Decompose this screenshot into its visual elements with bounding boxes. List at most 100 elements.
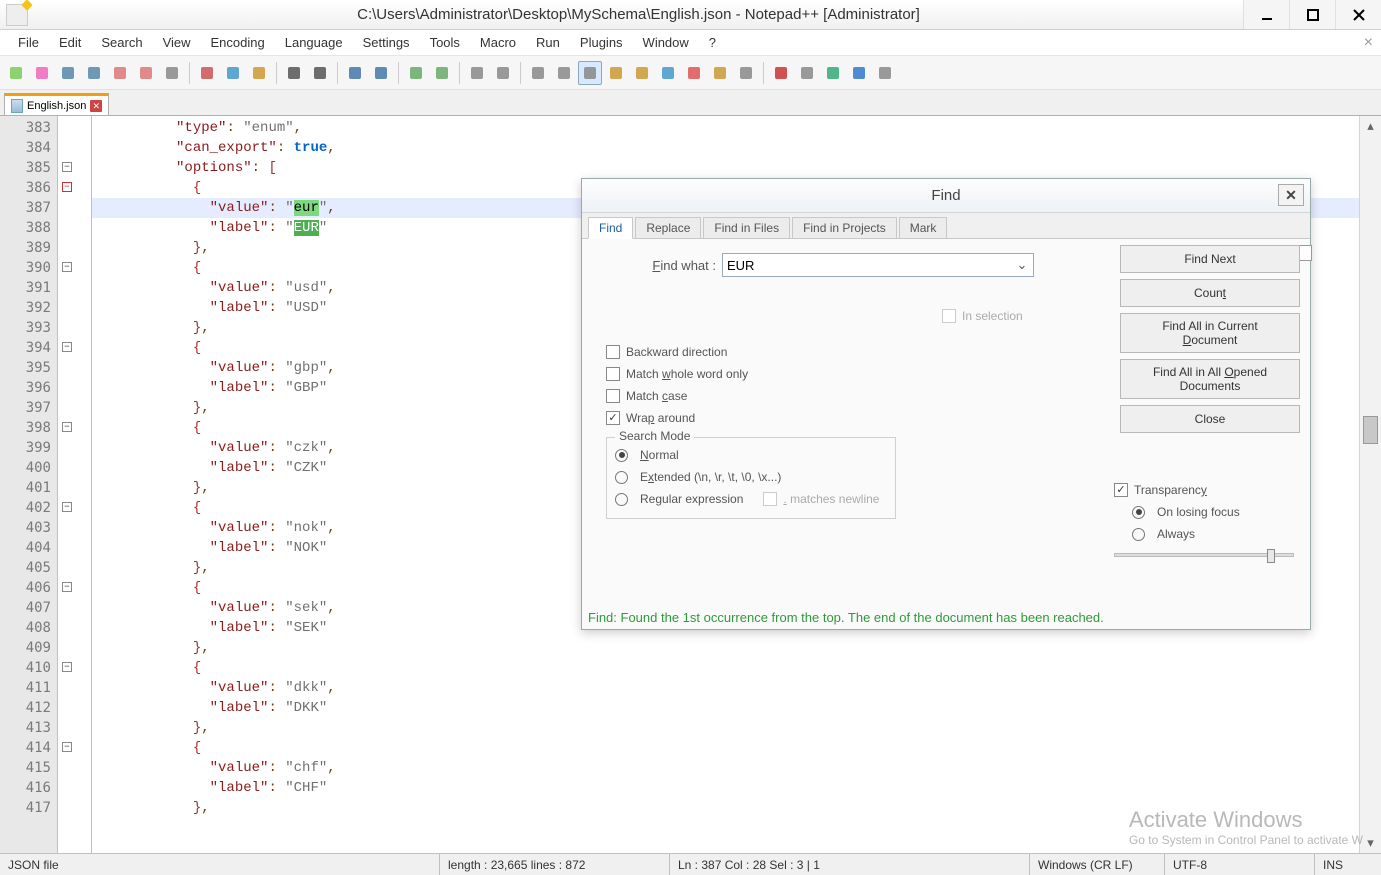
new-file-icon[interactable] — [4, 61, 28, 85]
status-bar: JSON file length : 23,665 lines : 872 Ln… — [0, 853, 1381, 875]
menu-bar: FileEditSearchViewEncodingLanguageSettin… — [0, 30, 1381, 56]
status-encoding: UTF-8 — [1165, 854, 1315, 875]
cut-icon[interactable] — [195, 61, 219, 85]
transparency-always[interactable]: Always — [1132, 523, 1294, 545]
show-all-chars-icon[interactable] — [552, 61, 576, 85]
print-icon[interactable] — [160, 61, 184, 85]
sync-h-icon[interactable] — [491, 61, 515, 85]
menu-view[interactable]: View — [153, 33, 201, 52]
fold-toggle-icon[interactable]: − — [62, 162, 72, 172]
close-button[interactable]: Close — [1120, 405, 1300, 433]
close-icon[interactable] — [108, 61, 132, 85]
find-status-message: Find: Found the 1st occurrence from the … — [588, 610, 1304, 625]
menu-language[interactable]: Language — [275, 33, 353, 52]
replace-icon[interactable] — [369, 61, 393, 85]
menu-encoding[interactable]: Encoding — [201, 33, 275, 52]
find-dialog-title: Find — [931, 187, 960, 204]
fold-toggle-icon[interactable]: − — [62, 422, 72, 432]
file-tab[interactable]: English.json ✕ — [4, 93, 109, 115]
menu-edit[interactable]: Edit — [49, 33, 91, 52]
search-mode-extended[interactable]: Extended (\n, \r, \t, \0, \x...) — [615, 466, 887, 488]
search-mode-regex[interactable]: Regular expression . matches newline — [615, 488, 887, 510]
find-tab-replace[interactable]: Replace — [635, 217, 701, 238]
zoom-in-icon[interactable] — [404, 61, 428, 85]
fold-toggle-icon[interactable]: − — [62, 502, 72, 512]
menu-?[interactable]: ? — [699, 33, 726, 52]
find-all-opened-button[interactable]: Find All in All OpenedDocuments — [1120, 359, 1300, 399]
scroll-up-icon[interactable]: ▴ — [1360, 116, 1381, 136]
window-title: C:\Users\Administrator\Desktop\MySchema\… — [34, 6, 1243, 23]
fold-column[interactable]: − − − − − − − − − — [58, 116, 92, 853]
stop-macro-icon[interactable] — [795, 61, 819, 85]
fold-toggle-icon[interactable]: − — [62, 182, 72, 192]
find-next-button[interactable]: Find Next — [1120, 245, 1300, 273]
menu-run[interactable]: Run — [526, 33, 570, 52]
menu-tools[interactable]: Tools — [420, 33, 470, 52]
find-dialog-close-button[interactable]: ✕ — [1278, 184, 1304, 206]
app-icon — [6, 4, 28, 26]
wordwrap-icon[interactable] — [526, 61, 550, 85]
copy-icon[interactable] — [221, 61, 245, 85]
find-tab-find[interactable]: Find — [588, 217, 633, 239]
open-file-icon[interactable] — [30, 61, 54, 85]
close-all-icon[interactable] — [134, 61, 158, 85]
indent-guide-icon[interactable] — [578, 61, 602, 85]
menubar-close-icon[interactable]: × — [1364, 34, 1373, 52]
play-macro-icon[interactable] — [821, 61, 845, 85]
scroll-down-icon[interactable]: ▾ — [1360, 833, 1381, 853]
save-all-icon[interactable] — [82, 61, 106, 85]
find-tab-mark[interactable]: Mark — [899, 217, 948, 238]
fold-toggle-icon[interactable]: − — [62, 662, 72, 672]
fold-toggle-icon[interactable]: − — [62, 582, 72, 592]
maximize-button[interactable] — [1289, 0, 1335, 29]
scroll-thumb[interactable] — [1363, 416, 1378, 444]
record-macro-icon[interactable] — [769, 61, 793, 85]
transparency-group: Transparency On losing focus Always — [1114, 479, 1294, 557]
close-window-button[interactable] — [1335, 0, 1381, 29]
find-tab-find-in-projects[interactable]: Find in Projects — [792, 217, 897, 238]
run-multiple-icon[interactable] — [847, 61, 871, 85]
menu-macro[interactable]: Macro — [470, 33, 526, 52]
folder-workspace-icon[interactable] — [708, 61, 732, 85]
find-icon[interactable] — [343, 61, 367, 85]
status-language: JSON file — [0, 854, 440, 875]
fold-toggle-icon[interactable]: − — [62, 342, 72, 352]
user-lang-icon[interactable] — [604, 61, 628, 85]
transparency-slider[interactable] — [1114, 553, 1294, 557]
doc-list-icon[interactable] — [656, 61, 680, 85]
transparency-on-losing-focus[interactable]: On losing focus — [1132, 501, 1294, 523]
menu-window[interactable]: Window — [633, 33, 699, 52]
zoom-out-icon[interactable] — [430, 61, 454, 85]
fold-toggle-icon[interactable]: − — [62, 742, 72, 752]
fold-toggle-icon[interactable]: − — [62, 262, 72, 272]
vertical-scrollbar[interactable]: ▴ ▾ — [1359, 116, 1381, 853]
sync-v-icon[interactable] — [465, 61, 489, 85]
count-button[interactable]: Count — [1120, 279, 1300, 307]
chevron-down-icon[interactable]: ⌄ — [1015, 257, 1029, 273]
doc-map-icon[interactable] — [630, 61, 654, 85]
search-mode-normal[interactable]: Normal — [615, 444, 887, 466]
in-selection-checkbox: In selection — [942, 309, 1023, 323]
find-all-current-button[interactable]: Find All in CurrentDocument — [1120, 313, 1300, 353]
transparency-checkbox[interactable]: Transparency — [1114, 479, 1294, 501]
menu-search[interactable]: Search — [91, 33, 152, 52]
save-macro-icon[interactable] — [873, 61, 897, 85]
redo-icon[interactable] — [308, 61, 332, 85]
save-icon[interactable] — [56, 61, 80, 85]
paste-icon[interactable] — [247, 61, 271, 85]
undo-icon[interactable] — [282, 61, 306, 85]
find-buttons-column: Find Next Count Find All in CurrentDocum… — [1120, 245, 1300, 433]
menu-plugins[interactable]: Plugins — [570, 33, 633, 52]
func-list-icon[interactable] — [682, 61, 706, 85]
minimize-button[interactable] — [1243, 0, 1289, 29]
slider-knob[interactable] — [1267, 549, 1275, 563]
search-mode-group: Search Mode Normal Extended (\n, \r, \t,… — [606, 437, 896, 519]
monitor-icon[interactable] — [734, 61, 758, 85]
menu-settings[interactable]: Settings — [353, 33, 420, 52]
find-what-input[interactable]: EUR ⌄ — [722, 253, 1034, 277]
find-dialog-title-bar[interactable]: Find ✕ — [582, 179, 1310, 213]
status-position: Ln : 387 Col : 28 Sel : 3 | 1 — [670, 854, 1030, 875]
tab-close-icon[interactable]: ✕ — [90, 100, 102, 112]
menu-file[interactable]: File — [8, 33, 49, 52]
find-tab-find-in-files[interactable]: Find in Files — [703, 217, 790, 238]
